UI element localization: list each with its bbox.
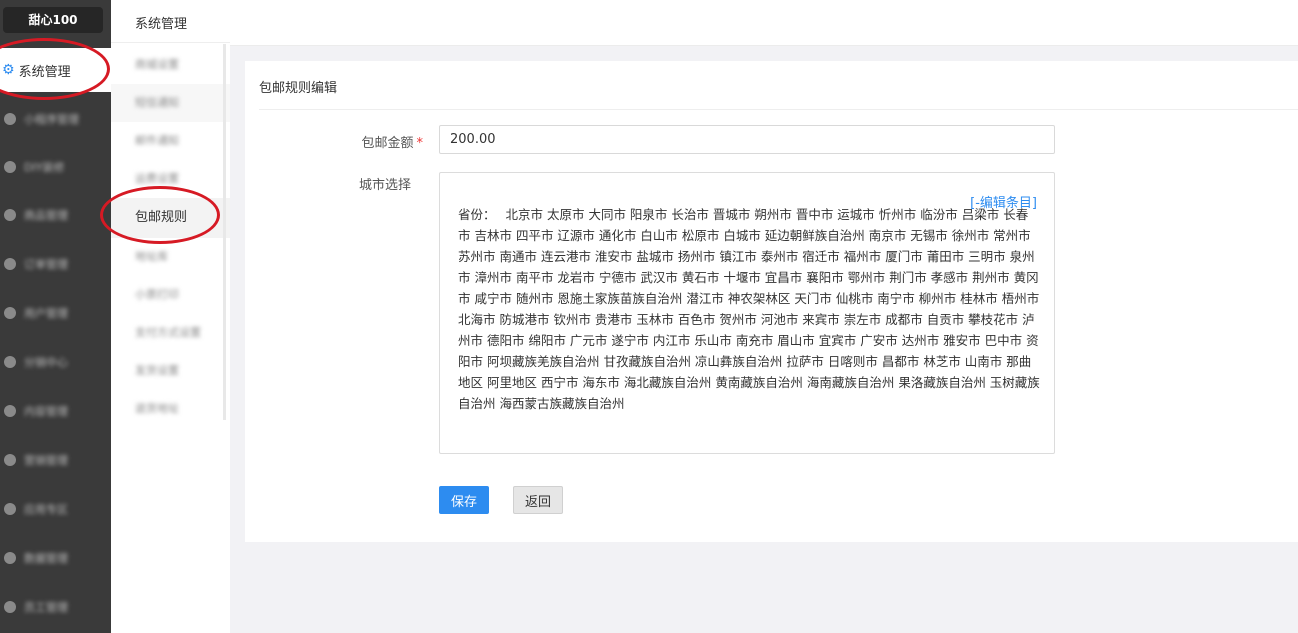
- submenu-item[interactable]: 退货地址: [111, 390, 230, 428]
- sidebar-item-goods[interactable]: 商品管理: [0, 193, 111, 237]
- amount-label: 包邮金额 *: [361, 136, 424, 151]
- submenu-item[interactable]: 运费设置: [111, 160, 230, 198]
- sidebar-item-miniprogram[interactable]: 小程序管理: [0, 97, 111, 141]
- sidebar-item-users[interactable]: 用户管理: [0, 291, 111, 335]
- submenu-item[interactable]: 发货设置: [111, 352, 230, 390]
- sidebar-item-distribution[interactable]: 分销中心: [0, 340, 111, 384]
- city-selection-box: [-编辑条目] 省份： 北京市 太原市 大同市 阳泉市 长治市 晋城市 朔州市 晋…: [439, 172, 1055, 454]
- sidebar-item-apps[interactable]: 应用专区: [0, 487, 111, 531]
- city-names: 北京市 太原市 大同市 阳泉市 长治市 晋城市 朔州市 晋中市 运城市 忻州市 …: [458, 207, 1040, 411]
- city-label: 城市选择: [358, 178, 411, 193]
- divider: [111, 42, 230, 43]
- sidebar-item-data[interactable]: 数据管理: [0, 536, 111, 580]
- sidebar-item-marketing[interactable]: 营销管理: [0, 438, 111, 482]
- app-icon: [4, 503, 16, 515]
- sidebar-item-label: 系统管理: [18, 64, 71, 80]
- goods-icon: [4, 209, 16, 221]
- user-icon: [4, 307, 16, 319]
- order-icon: [4, 258, 16, 270]
- back-button[interactable]: 返回: [513, 486, 563, 514]
- submenu-item[interactable]: 短信通知: [111, 84, 230, 122]
- submenu-item[interactable]: 支付方式设置: [111, 314, 230, 352]
- submenu-title: 系统管理: [135, 17, 188, 32]
- sidebar-item-diy[interactable]: DIY装修: [0, 145, 111, 189]
- diy-icon: [4, 161, 16, 173]
- page-title: 包邮规则编辑: [259, 81, 338, 96]
- sidebar-item-staff[interactable]: 员工管理: [0, 585, 111, 629]
- city-list: 省份： 北京市 太原市 大同市 阳泉市 长治市 晋城市 朔州市 晋中市 运城市 忻…: [458, 204, 1040, 414]
- gear-icon: ⚙: [2, 62, 15, 78]
- submenu-item[interactable]: 邮件通知: [111, 122, 230, 160]
- sidebar-item-orders[interactable]: 订单管理: [0, 242, 111, 286]
- brand-logo: 甜心100: [3, 7, 103, 33]
- submenu-item[interactable]: 小票打印: [111, 276, 230, 314]
- share-icon: [4, 356, 16, 368]
- submenu-scrollbar[interactable]: [223, 44, 226, 420]
- form-panel: 包邮规则编辑 包邮金额* 城市选择 [-编辑条目] 省份：北京市 太原市 大同市…: [245, 61, 1298, 542]
- sidebar-item-system[interactable]: ⚙ 系统管理: [0, 48, 111, 92]
- province-prefix: 省份：: [458, 207, 496, 222]
- marketing-icon: [4, 454, 16, 466]
- save-button[interactable]: 保存: [439, 486, 489, 514]
- link-icon: [4, 113, 16, 125]
- submenu-item[interactable]: 商城设置: [111, 46, 230, 84]
- submenu-item-free-shipping[interactable]: 包邮规则: [111, 198, 230, 238]
- amount-input[interactable]: [439, 125, 1055, 154]
- main-sidebar: 甜心100 ⚙ 系统管理 小程序管理 DIY装修 商品管理 订单管理 用户管理 …: [0, 0, 111, 633]
- data-icon: [4, 552, 16, 564]
- submenu-item[interactable]: 地址库: [111, 238, 230, 276]
- divider: [259, 109, 1298, 110]
- sidebar-item-content[interactable]: 内容管理: [0, 389, 111, 433]
- submenu: 系统管理 商城设置 短信通知 邮件通知 运费设置 包邮规则 地址库 小票打印 支…: [111, 0, 230, 633]
- required-mark: *: [416, 136, 424, 151]
- top-bar: [230, 0, 1298, 46]
- staff-icon: [4, 601, 16, 613]
- content-icon: [4, 405, 16, 417]
